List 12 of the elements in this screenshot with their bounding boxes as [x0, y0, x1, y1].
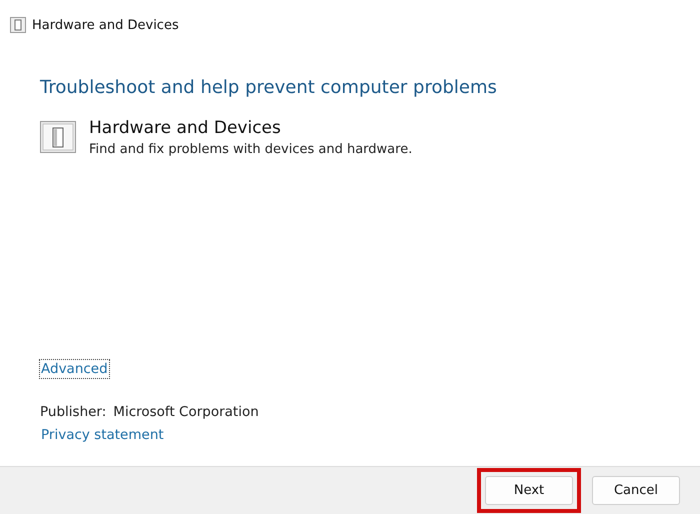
- privacy-statement-link[interactable]: Privacy statement: [40, 426, 165, 444]
- troubleshooter-description: Find and fix problems with devices and hardware.: [89, 142, 412, 157]
- troubleshooter-title: Hardware and Devices: [89, 118, 282, 138]
- hardware-icon: [40, 121, 76, 153]
- advanced-link[interactable]: Advanced: [40, 360, 109, 378]
- cancel-button[interactable]: Cancel: [592, 476, 680, 505]
- hardware-icon: [10, 17, 26, 33]
- publisher-label: Publisher:: [40, 404, 106, 420]
- next-button[interactable]: Next: [485, 476, 573, 505]
- publisher-name: Microsoft Corporation: [113, 404, 259, 420]
- page-heading: Troubleshoot and help prevent computer problems: [40, 77, 498, 98]
- window-title: Hardware and Devices: [32, 18, 179, 32]
